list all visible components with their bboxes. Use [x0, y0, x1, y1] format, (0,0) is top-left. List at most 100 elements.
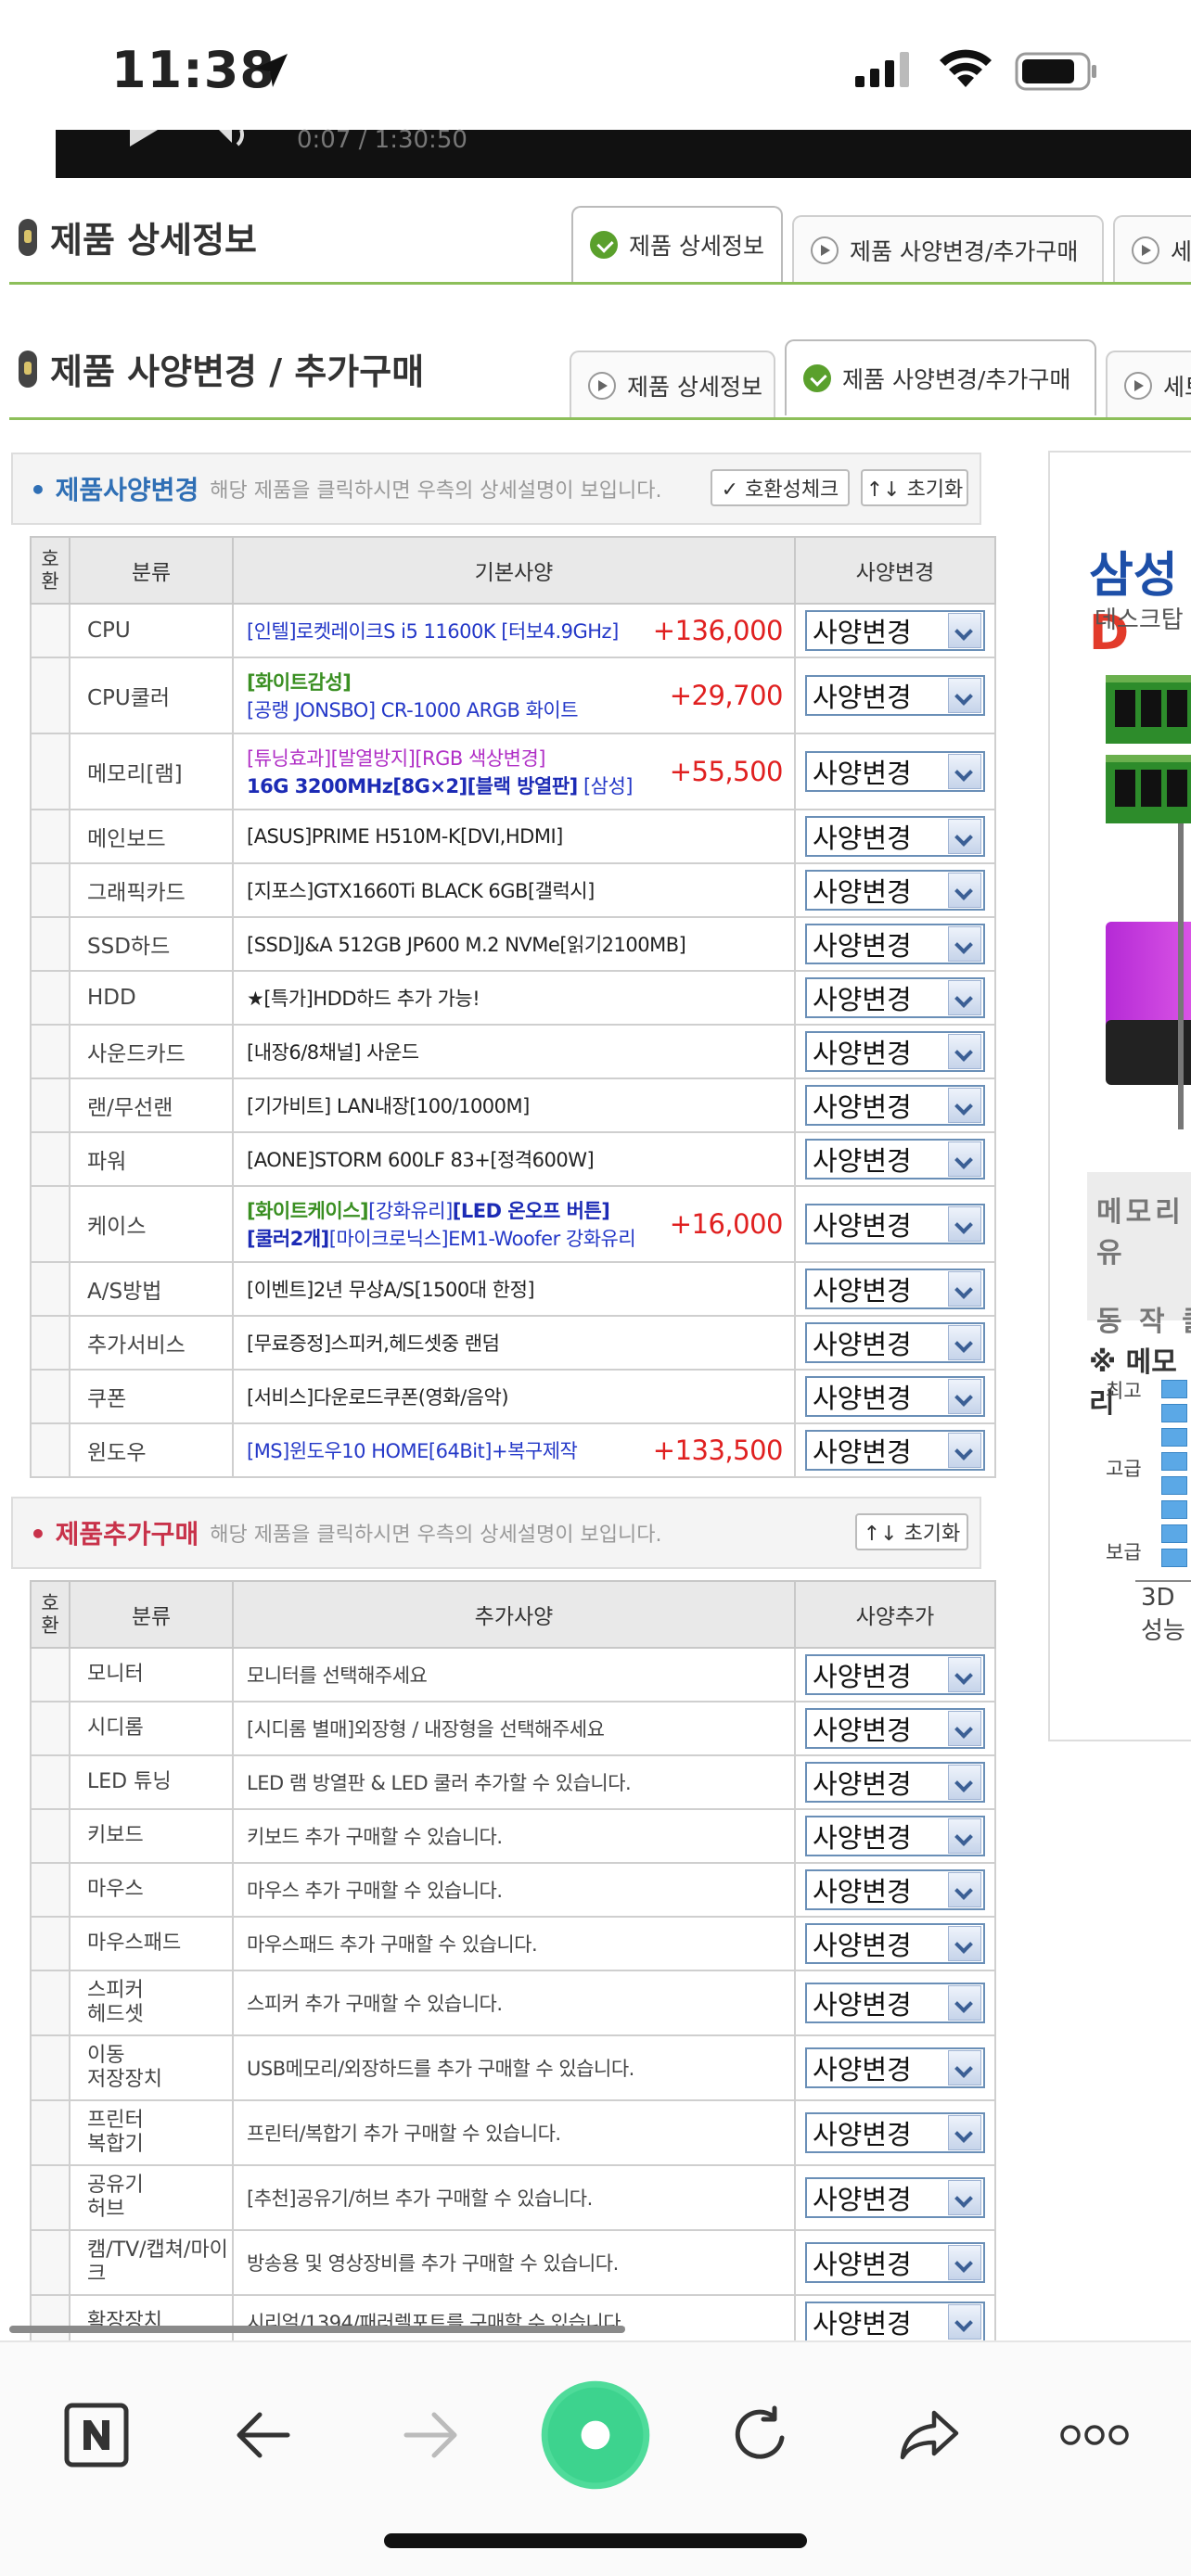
- table-row[interactable]: 공유기 허브 [추천]공유기/허브 추가 구매할 수 있습니다. 사양변경: [30, 2164, 996, 2231]
- spec-cell[interactable]: [ASUS]PRIME H510M-K[DVI,HDMI]: [232, 809, 796, 864]
- chevron-down-icon[interactable]: [948, 1985, 981, 2021]
- addspec-cell[interactable]: 방송용 및 영상장비를 추가 구매할 수 있습니다.: [232, 2229, 796, 2296]
- addspec-cell[interactable]: 모니터를 선택해주세요: [232, 1647, 796, 1702]
- spec-select[interactable]: 사양변경: [805, 1983, 985, 2023]
- tab-product-detail[interactable]: 제품 상세정보: [571, 206, 783, 282]
- spec-select[interactable]: 사양변경: [805, 1376, 985, 1417]
- spec-select[interactable]: 사양변경: [805, 1708, 985, 1749]
- spec-cell[interactable]: [기가비트] LAN내장[100/1000M]: [232, 1078, 796, 1133]
- chevron-down-icon[interactable]: [948, 1379, 981, 1414]
- chevron-down-icon[interactable]: [948, 819, 981, 854]
- spec-cell[interactable]: [내장6/8채널] 사운드: [232, 1024, 796, 1079]
- spec-cell[interactable]: [인텔]로켓레이크S i5 11600K [터보4.9GHz] +136,000: [232, 603, 796, 658]
- table-row[interactable]: 캠/TV/캡쳐/마이크 방송용 및 영상장비를 추가 구매할 수 있습니다. 사양변…: [30, 2229, 996, 2296]
- spec-select[interactable]: 사양변경: [805, 1654, 985, 1695]
- chevron-down-icon[interactable]: [948, 1325, 981, 1360]
- spec-select[interactable]: 사양변경: [805, 2112, 985, 2153]
- table-row[interactable]: 이동 저장장치 USB메모리/외장하드를 추가 구매할 수 있습니다. 사양변경: [30, 2034, 996, 2101]
- spec-select[interactable]: 사양변경: [805, 751, 985, 792]
- spec-select[interactable]: 사양변경: [805, 1869, 985, 1910]
- spec-select[interactable]: 사양변경: [805, 2047, 985, 2088]
- spec-select[interactable]: 사양변경: [805, 1923, 985, 1964]
- spec-select[interactable]: 사양변경: [805, 2242, 985, 2283]
- spec-select[interactable]: 사양변경: [805, 1762, 985, 1803]
- chevron-down-icon[interactable]: [948, 1765, 981, 1800]
- spec-select[interactable]: 사양변경: [805, 1085, 985, 1126]
- table-row[interactable]: 스피커 헤드셋 스피커 추가 구매할 수 있습니다. 사양변경: [30, 1970, 996, 2036]
- addspec-cell[interactable]: LED 램 방열판 & LED 쿨러 추가할 수 있습니다.: [232, 1754, 796, 1810]
- spec-select[interactable]: 사양변경: [805, 924, 985, 964]
- addspec-cell[interactable]: 마우스패드 추가 구매할 수 있습니다.: [232, 1916, 796, 1971]
- spec-select[interactable]: 사양변경: [805, 2302, 985, 2342]
- tab-set[interactable]: 세트: [1113, 215, 1191, 284]
- spec-select[interactable]: 사양변경: [805, 1816, 985, 1856]
- table-row[interactable]: 마우스 마우스 추가 구매할 수 있습니다. 사양변경: [30, 1862, 996, 1918]
- chevron-down-icon[interactable]: [948, 2304, 981, 2340]
- spec-cell[interactable]: [지포스]GTX1660Ti BLACK 6GB[갤럭시]: [232, 862, 796, 918]
- table-row[interactable]: 마우스패드 마우스패드 추가 구매할 수 있습니다. 사양변경: [30, 1916, 996, 1971]
- spec-select[interactable]: 사양변경: [805, 1430, 985, 1471]
- chevron-down-icon[interactable]: [948, 1818, 981, 1854]
- spec-select[interactable]: 사양변경: [805, 870, 985, 911]
- chevron-down-icon[interactable]: [948, 980, 981, 1015]
- addspec-cell[interactable]: 스피커 추가 구매할 수 있습니다.: [232, 1970, 796, 2036]
- spec-select[interactable]: 사양변경: [805, 816, 985, 857]
- table-row[interactable]: 케이스 [화이트케이스][강화유리][LED 온오프 버튼] [쿨러2개][마이크로…: [30, 1185, 996, 1263]
- addspec-cell[interactable]: [시디롬 별매]외장형 / 내장형을 선택해주세요: [232, 1701, 796, 1756]
- table-row[interactable]: A/S방법 [이벤트]2년 무상A/S[1500대 한정] 사양변경: [30, 1261, 996, 1317]
- addspec-cell[interactable]: 프린터/복합기 추가 구매할 수 있습니다.: [232, 2099, 796, 2166]
- spec-select[interactable]: 사양변경: [805, 1139, 985, 1180]
- spec-select[interactable]: 사양변경: [805, 1204, 985, 1244]
- spec-select[interactable]: 사양변경: [805, 1031, 985, 1072]
- spec-cell[interactable]: [서비스]다운로드쿠폰(영화/음악): [232, 1369, 796, 1424]
- table-row[interactable]: 모니터 모니터를 선택해주세요 사양변경: [30, 1647, 996, 1702]
- table-row[interactable]: 추가서비스 [무료증정]스피커,헤드셋중 랜덤 사양변경: [30, 1315, 996, 1371]
- addspec-cell[interactable]: USB메모리/외장하드를 추가 구매할 수 있습니다.: [232, 2034, 796, 2101]
- addspec-cell[interactable]: 마우스 추가 구매할 수 있습니다.: [232, 1862, 796, 1918]
- spec-select[interactable]: 사양변경: [805, 675, 985, 716]
- chevron-down-icon[interactable]: [948, 1711, 981, 1746]
- play-icon[interactable]: [121, 130, 167, 148]
- spec-select[interactable]: 사양변경: [805, 1322, 985, 1363]
- more-button[interactable]: [1039, 2379, 1150, 2491]
- compat-check-button[interactable]: ✓ 호환성체크: [711, 469, 850, 506]
- spec-select[interactable]: 사양변경: [805, 610, 985, 651]
- chevron-down-icon[interactable]: [948, 926, 981, 962]
- green-dot-button[interactable]: [540, 2379, 651, 2491]
- spec-select[interactable]: 사양변경: [805, 977, 985, 1018]
- spec-cell[interactable]: [무료증정]스피커,헤드셋중 랜덤: [232, 1315, 796, 1371]
- spec-cell[interactable]: [MS]윈도우10 HOME[64Bit]+복구제작 +133,500: [232, 1422, 796, 1478]
- volume-icon[interactable]: [213, 130, 269, 152]
- chevron-down-icon[interactable]: [948, 2050, 981, 2085]
- table-row[interactable]: SSD하드 [SSD]J&A 512GB JP600 M.2 NVMe[읽기210…: [30, 916, 996, 972]
- table-row[interactable]: 사운드카드 [내장6/8채널] 사운드 사양변경: [30, 1024, 996, 1079]
- chevron-down-icon[interactable]: [948, 2245, 981, 2280]
- table-row[interactable]: LED 튜닝 LED 램 방열판 & LED 쿨러 추가할 수 있습니다. 사양변경: [30, 1754, 996, 1810]
- chevron-down-icon[interactable]: [948, 1206, 981, 1242]
- tab-set[interactable]: 세트: [1106, 351, 1191, 419]
- horizontal-scrollbar[interactable]: [9, 2326, 625, 2333]
- table-row[interactable]: 쿠폰 [서비스]다운로드쿠폰(영화/음악) 사양변경: [30, 1369, 996, 1424]
- chevron-down-icon[interactable]: [948, 613, 981, 648]
- spec-cell[interactable]: [화이트감성] [공랭 JONSBO] CR-1000 ARGB 화이트 +29,7…: [232, 657, 796, 734]
- table-row[interactable]: 프린터 복합기 프린터/복합기 추가 구매할 수 있습니다. 사양변경: [30, 2099, 996, 2166]
- addspec-cell[interactable]: 키보드 추가 구매할 수 있습니다.: [232, 1808, 796, 1864]
- chevron-down-icon[interactable]: [948, 1088, 981, 1123]
- addspec-cell[interactable]: [추천]공유기/허브 추가 구매할 수 있습니다.: [232, 2164, 796, 2231]
- table-row[interactable]: 메모리[램] [튜닝효과][발열방지][RGB 색상변경] 16G 3200MHz[…: [30, 733, 996, 810]
- tab-spec-change[interactable]: 제품 사양변경/추가구매: [792, 215, 1104, 284]
- chevron-down-icon[interactable]: [948, 1141, 981, 1177]
- back-button[interactable]: [208, 2379, 319, 2491]
- forward-button[interactable]: [375, 2379, 486, 2491]
- spec-select[interactable]: 사양변경: [805, 1269, 985, 1309]
- tab-product-detail[interactable]: 제품 상세정보: [570, 351, 775, 419]
- share-button[interactable]: [874, 2379, 985, 2491]
- spec-cell[interactable]: ★[특가]HDD하드 추가 가능!: [232, 970, 796, 1026]
- table-row[interactable]: CPU쿨러 [화이트감성] [공랭 JONSBO] CR-1000 ARGB 화이트…: [30, 657, 996, 734]
- chevron-down-icon[interactable]: [948, 1034, 981, 1069]
- naver-home-button[interactable]: [41, 2379, 152, 2491]
- chevron-down-icon[interactable]: [948, 873, 981, 908]
- table-row[interactable]: 윈도우 [MS]윈도우10 HOME[64Bit]+복구제작 +133,500 사양변…: [30, 1422, 996, 1478]
- refresh-button[interactable]: [705, 2379, 816, 2491]
- chevron-down-icon[interactable]: [948, 678, 981, 713]
